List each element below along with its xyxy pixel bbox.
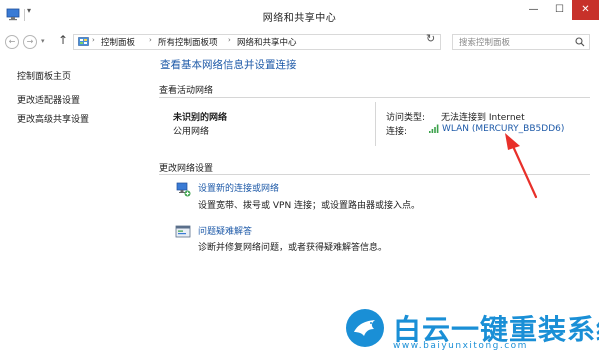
- section-divider: [159, 174, 590, 175]
- troubleshoot-problems-description: 诊断并修复网络问题，或者获得疑难解答信息。: [198, 243, 388, 253]
- bird-logo-icon: [346, 309, 384, 347]
- troubleshoot-problems-link[interactable]: 问题疑难解答: [198, 224, 252, 237]
- sidebar-item-control-panel-home[interactable]: 控制面板主页: [17, 69, 71, 82]
- address-bar[interactable]: › 控制面板 › 所有控制面板项 › 网络和共享中心 ▾: [73, 34, 476, 50]
- search-placeholder: 搜索控制面板: [459, 38, 511, 48]
- access-type-label: 访问类型:: [386, 113, 426, 123]
- setup-new-connection-link[interactable]: 设置新的连接或网络: [198, 181, 279, 194]
- window-title: 网络和共享中心: [262, 13, 337, 24]
- maximize-button[interactable]: ☐: [546, 0, 573, 20]
- page-title: 查看基本网络信息并设置连接: [160, 59, 297, 71]
- vertical-divider: [375, 102, 376, 146]
- breadcrumb-control-panel[interactable]: 控制面板: [101, 36, 135, 48]
- network-name: 未识别的网络: [173, 113, 228, 123]
- title-bar: ▾ 网络和共享中心 — ☐ ✕: [0, 0, 599, 32]
- watermark-logo: 白云一键重装系统 www.baiyunxitong.com: [345, 308, 599, 354]
- section-divider: [159, 97, 590, 98]
- troubleshoot-icon: [175, 225, 191, 238]
- sidebar-item-change-adapter-settings[interactable]: 更改适配器设置: [17, 93, 80, 106]
- breadcrumb-network-center[interactable]: 网络和共享中心: [237, 36, 297, 48]
- access-type-value: 无法连接到 Internet: [441, 113, 525, 123]
- back-button[interactable]: ←: [5, 35, 19, 49]
- breadcrumb-separator: ›: [228, 36, 231, 44]
- breadcrumb-separator: ›: [149, 36, 152, 44]
- search-icon[interactable]: [575, 37, 585, 47]
- control-panel-icon: [78, 37, 89, 46]
- sidebar-item-change-advanced-sharing[interactable]: 更改高级共享设置: [17, 112, 89, 125]
- search-input[interactable]: 搜索控制面板: [452, 34, 590, 50]
- change-network-settings-header: 更改网络设置: [159, 164, 214, 174]
- active-networks-header: 查看活动网络: [159, 86, 214, 96]
- connection-label: 连接:: [386, 127, 408, 137]
- breadcrumb-separator: ›: [92, 36, 95, 44]
- wifi-signal-icon: [429, 124, 439, 133]
- close-button[interactable]: ✕: [572, 0, 599, 20]
- forward-button[interactable]: →: [23, 35, 37, 49]
- up-button[interactable]: ↑: [58, 33, 68, 47]
- left-panel: 控制面板主页 更改适配器设置 更改高级共享设置: [0, 52, 148, 354]
- watermark-url-text: www.baiyunxitong.com: [393, 341, 528, 351]
- wlan-connection-link[interactable]: WLAN (MERCURY_BB5DD6): [442, 124, 564, 134]
- minimize-button[interactable]: —: [520, 0, 547, 20]
- setup-new-connection-description: 设置宽带、拨号或 VPN 连接；或设置路由器或接入点。: [198, 201, 421, 211]
- network-type-link: 公用网络: [173, 127, 210, 137]
- breadcrumb-all-items[interactable]: 所有控制面板项: [158, 36, 218, 48]
- refresh-icon[interactable]: ↻: [426, 32, 435, 45]
- address-row: ← → ▾ ↑ › 控制面板 › 所有控制面板项 › 网络和共享中心 ▾ ↻ 搜…: [0, 32, 599, 52]
- new-connection-icon: [176, 182, 191, 197]
- recent-locations-dropdown-icon[interactable]: ▾: [41, 37, 45, 45]
